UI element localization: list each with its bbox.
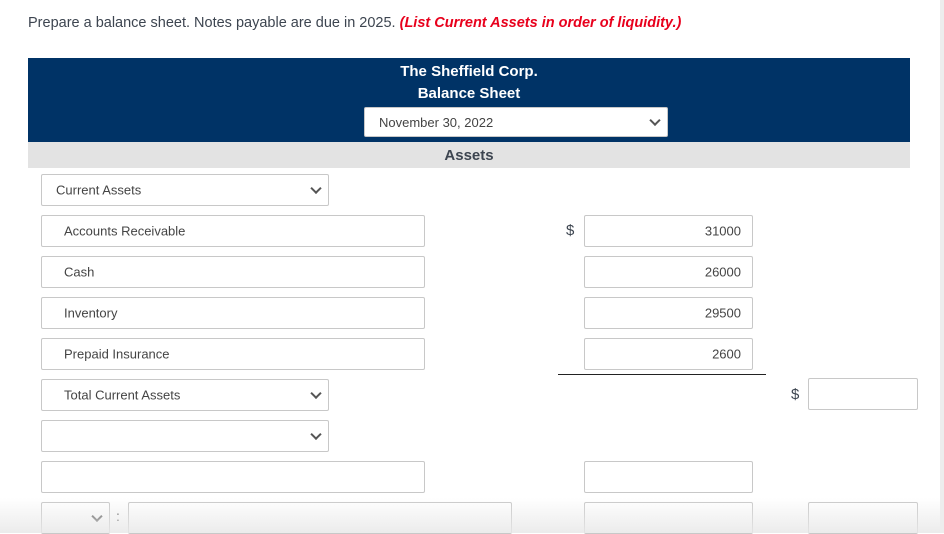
instructions-text: Prepare a balance sheet. Notes payable a…	[28, 15, 396, 31]
instructions-emphasis: (List Current Assets in order of liquidi…	[399, 15, 682, 31]
account-dropdown-current-assets[interactable]: Current Assets	[41, 174, 329, 206]
account-input-value: Accounts Receivable	[64, 223, 186, 239]
account-input-value: Inventory	[64, 305, 118, 321]
scrollbar[interactable]	[940, 0, 944, 533]
chevron-down-icon	[310, 387, 322, 400]
section-title: Assets	[444, 147, 494, 164]
amount-value: 31000	[704, 223, 741, 239]
amount-input-empty[interactable]	[584, 461, 753, 493]
account-input-cash[interactable]: Cash	[41, 256, 425, 288]
account-input-empty[interactable]	[41, 461, 425, 493]
account-input-accounts-receivable[interactable]: Accounts Receivable	[41, 215, 425, 247]
amount-input-prepaid-insurance[interactable]: 2600	[584, 338, 753, 370]
total-input-with-prefix[interactable]	[808, 502, 918, 534]
statement-title: Balance Sheet	[417, 85, 521, 102]
instructions: Prepare a balance sheet. Notes payable a…	[28, 15, 681, 31]
amount-input-cash[interactable]: 26000	[584, 256, 753, 288]
account-input-inventory[interactable]: Inventory	[41, 297, 425, 329]
account-input-value: Prepaid Insurance	[64, 346, 170, 362]
chevron-down-icon	[310, 428, 322, 441]
dropdown-value: Total Current Assets	[64, 387, 181, 403]
amount-value: 26000	[704, 264, 741, 280]
account-input-prepaid-insurance[interactable]: Prepaid Insurance	[41, 338, 425, 370]
amount-value: 29500	[704, 305, 741, 321]
chevron-down-icon	[310, 182, 322, 195]
account-input-value: Cash	[64, 264, 95, 280]
colon-separator: :	[116, 508, 120, 524]
chevron-down-icon	[91, 510, 103, 523]
amount-input-inventory[interactable]: 29500	[584, 297, 753, 329]
dropdown-value: Current Assets	[56, 182, 142, 198]
section-header-assets: Assets	[28, 142, 910, 168]
chevron-down-icon	[649, 114, 661, 127]
prefix-dropdown[interactable]	[41, 502, 110, 534]
amount-value: 2600	[712, 346, 741, 362]
amount-input-with-prefix[interactable]	[584, 502, 753, 534]
account-dropdown-empty[interactable]	[41, 420, 329, 452]
date-dropdown[interactable]: November 30, 2022	[364, 107, 668, 137]
currency-symbol: $	[791, 386, 800, 403]
currency-symbol: $	[566, 222, 575, 239]
balance-sheet-header: The Sheffield Corp. Balance Sheet Novemb…	[28, 58, 910, 142]
amount-input-accounts-receivable[interactable]: 31000	[584, 215, 753, 247]
company-name: The Sheffield Corp.	[400, 63, 538, 80]
subtotal-underline	[558, 374, 766, 375]
account-dropdown-total-current-assets[interactable]: Total Current Assets	[41, 379, 329, 411]
date-dropdown-value: November 30, 2022	[379, 115, 494, 130]
account-input-with-prefix[interactable]	[128, 502, 512, 534]
total-input-current-assets[interactable]	[808, 378, 918, 410]
